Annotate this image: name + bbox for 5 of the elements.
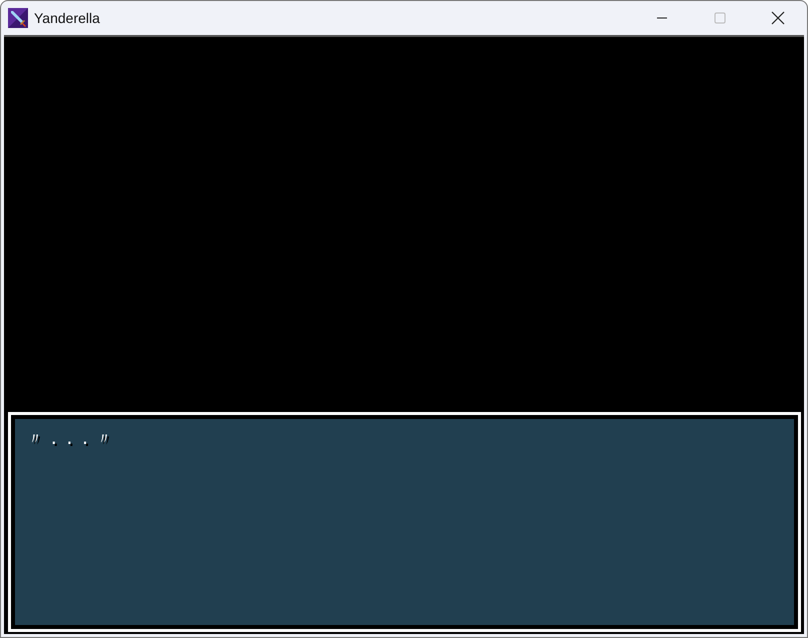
- sword-icon: [8, 8, 28, 28]
- window-title: Yanderella: [34, 10, 101, 26]
- maximize-icon: [714, 12, 726, 24]
- close-icon: [771, 11, 785, 25]
- message-text: 〃...〃: [27, 429, 118, 450]
